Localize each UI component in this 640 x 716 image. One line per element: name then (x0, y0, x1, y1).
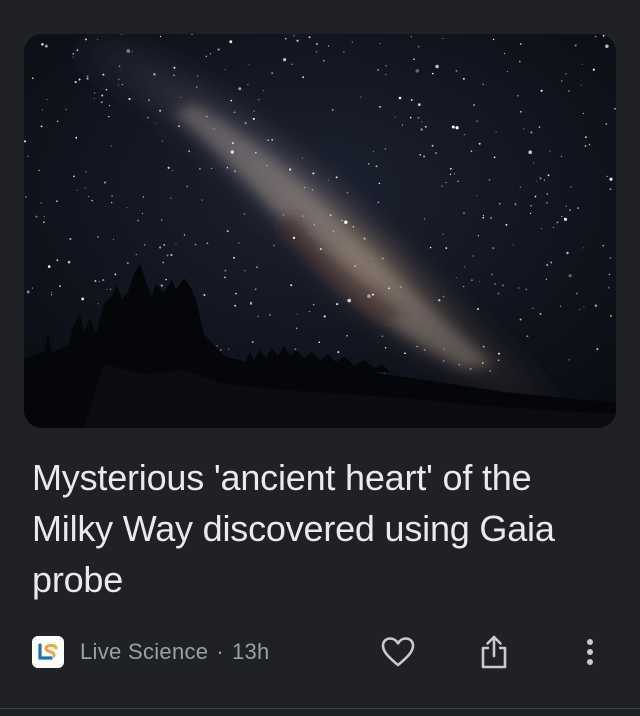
more-options-button[interactable] (568, 630, 612, 674)
card-divider (0, 708, 640, 709)
article-headline[interactable]: Mysterious 'ancient heart' of the Milky … (32, 452, 612, 605)
meta-separator: · (216, 639, 224, 664)
news-card[interactable]: Mysterious 'ancient heart' of the Milky … (0, 0, 640, 716)
share-button[interactable] (472, 630, 516, 674)
publish-time: 13h (231, 639, 270, 664)
source-and-time: Live Science · 13h (80, 639, 270, 665)
share-icon (481, 635, 507, 669)
source-name[interactable]: Live Science (80, 639, 208, 664)
milky-way-photo (24, 34, 616, 428)
live-science-logo-icon (32, 636, 64, 668)
heart-outline-icon (381, 637, 415, 667)
like-button[interactable] (376, 630, 420, 674)
article-meta: Live Science · 13h (32, 632, 270, 672)
more-vertical-icon (587, 639, 593, 665)
article-image[interactable] (24, 34, 616, 428)
